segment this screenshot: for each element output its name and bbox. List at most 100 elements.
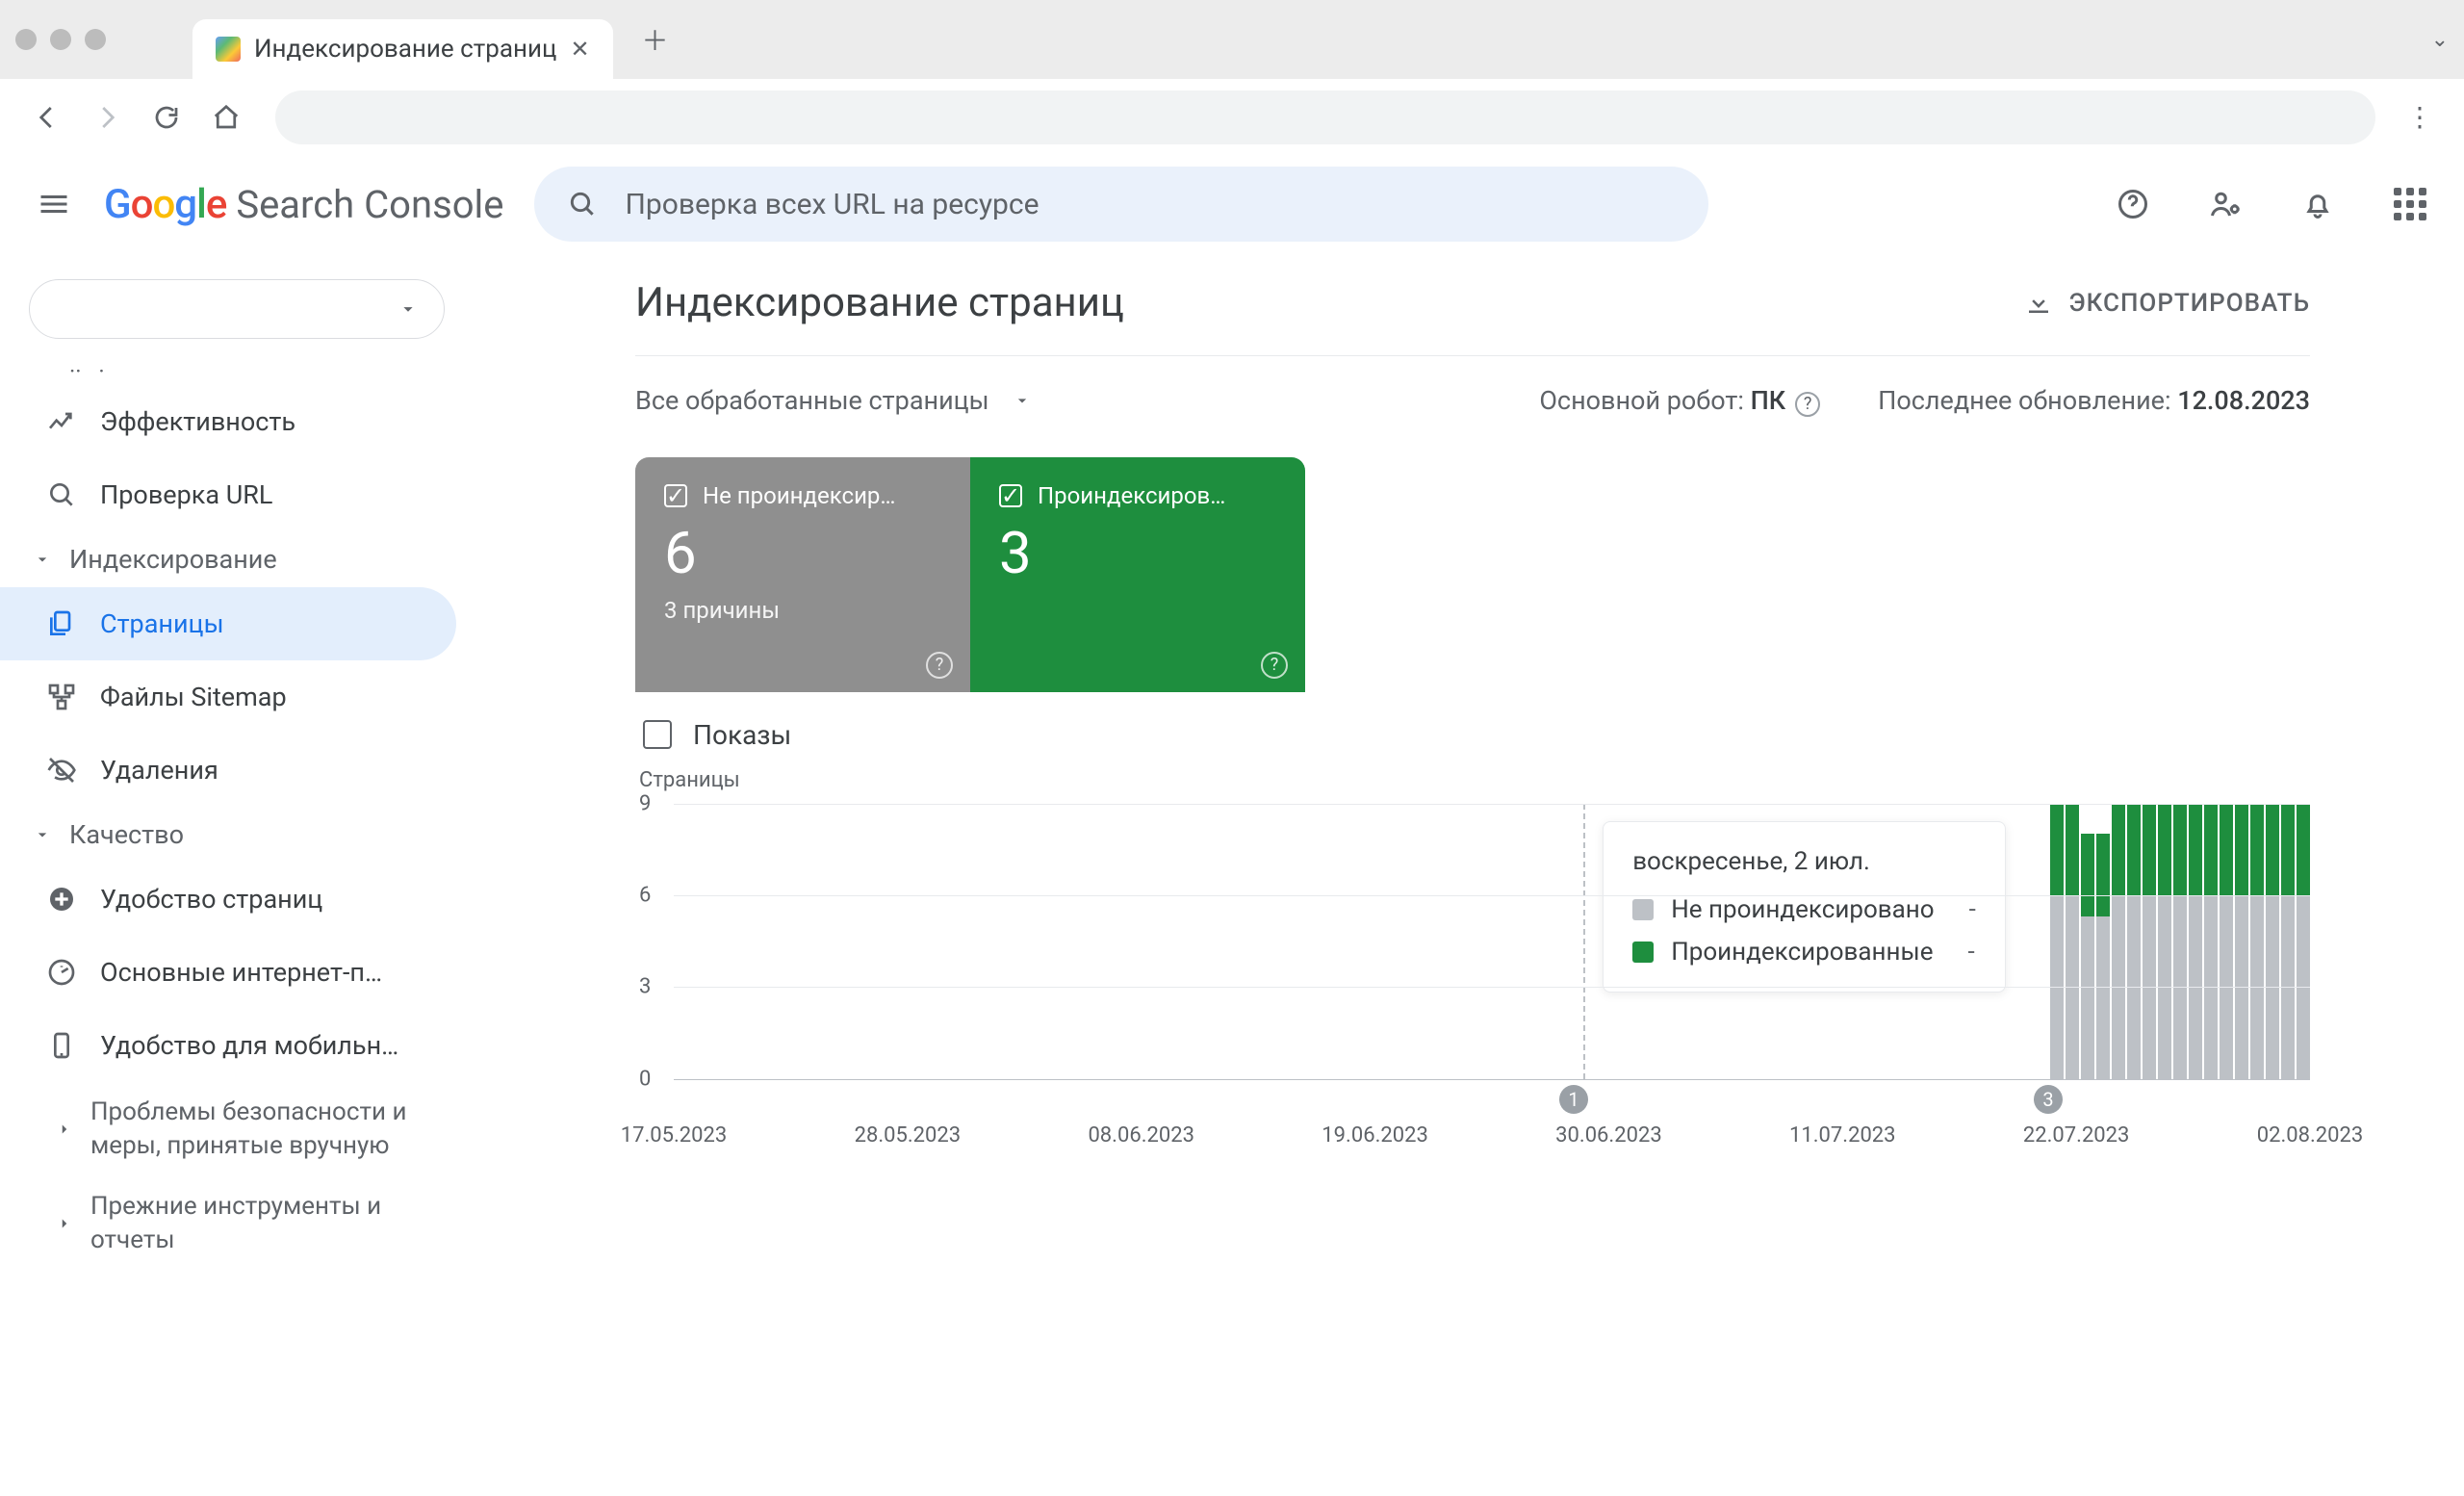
minimize-window-icon[interactable] — [50, 29, 71, 50]
chart-bar — [2050, 804, 2064, 1079]
tab-value: 3 — [999, 519, 1276, 587]
sidebar-item-url-inspect[interactable]: Проверка URL — [0, 458, 456, 531]
y-tick: 6 — [639, 883, 651, 907]
logo-search: Search — [236, 182, 354, 227]
x-tick: 08.06.2023 — [1088, 1123, 1194, 1148]
hamburger-menu-icon[interactable] — [35, 185, 73, 223]
search-icon — [46, 479, 77, 510]
sidebar-item-label: Эффективность — [100, 406, 295, 437]
sidebar-item-sitemaps[interactable]: Файлы Sitemap — [0, 660, 456, 734]
logo-console: Console — [364, 182, 503, 227]
chart-bar — [2112, 804, 2125, 1079]
forward-button[interactable] — [89, 99, 125, 136]
main-content: Индексирование страниц ЭКСПОРТИРОВАТЬ Вс… — [474, 252, 2464, 1496]
notifications-icon[interactable] — [2298, 185, 2337, 223]
x-tick: 11.07.2023 — [1789, 1123, 1896, 1148]
help-icon[interactable]: ? — [1261, 652, 1288, 679]
impressions-label: Показы — [693, 719, 791, 751]
sidebar-item-label: Удаления — [100, 755, 218, 786]
app-header: Google Search Console Проверка всех URL … — [0, 156, 2464, 252]
tab-value: 6 — [664, 519, 941, 587]
x-tick: 19.06.2023 — [1322, 1123, 1428, 1148]
x-tick: 22.07.2023 — [2023, 1123, 2130, 1148]
sidebar-item-removals[interactable]: Удаления — [0, 734, 456, 807]
pages-filter-dropdown[interactable]: Все обработанные страницы — [635, 385, 1032, 416]
browser-tab[interactable]: Индексирование страниц ✕ — [192, 19, 613, 79]
x-tick: 17.05.2023 — [621, 1123, 728, 1148]
browser-toolbar: ⋮ — [0, 79, 2464, 156]
sidebar-item-label: Файлы Sitemap — [100, 682, 287, 712]
chevron-down-icon — [33, 825, 52, 844]
sidebar-item-page-experience[interactable]: Удобство страниц — [0, 863, 456, 936]
tab-indexed[interactable]: ✓Проиндексиров… 3 ? — [970, 457, 1305, 692]
sidebar-item-security[interactable]: Проблемы безопасности и меры, принятые в… — [0, 1082, 474, 1176]
legend-swatch-green — [1632, 941, 1654, 963]
help-icon[interactable] — [2114, 185, 2152, 223]
chart[interactable]: воскресенье, 2 июл. Не проиндексировано-… — [635, 804, 2310, 1079]
new-tab-button[interactable]: ＋ — [640, 24, 671, 55]
back-button[interactable] — [29, 99, 65, 136]
chevron-down-icon — [398, 298, 419, 320]
help-icon[interactable]: ? — [926, 652, 953, 679]
y-tick: 9 — [639, 791, 651, 815]
chevron-right-icon — [56, 1215, 73, 1232]
chart-bar — [2158, 804, 2171, 1079]
export-button[interactable]: ЭКСПОРТИРОВАТЬ — [2024, 289, 2310, 318]
chart-bar — [2250, 804, 2264, 1079]
filter-label: Все обработанные страницы — [635, 385, 989, 416]
address-bar[interactable] — [275, 90, 2375, 144]
tooltip-series-indexed: Проиндексированные — [1671, 938, 1933, 967]
sidebar-item-pages[interactable]: Страницы — [0, 587, 456, 660]
x-tick: 28.05.2023 — [855, 1123, 962, 1148]
zoom-window-icon[interactable] — [85, 29, 106, 50]
tooltip-series-not-indexed: Не проиндексировано — [1671, 895, 1934, 924]
sidebar-item-legacy-tools[interactable]: Прежние инструменты и отчеты — [0, 1176, 474, 1271]
x-tick: 30.06.2023 — [1555, 1123, 1662, 1148]
home-button[interactable] — [208, 99, 244, 136]
product-logo[interactable]: Google Search Console — [104, 181, 503, 228]
url-inspect-search[interactable]: Проверка всех URL на ресурсе — [534, 167, 1708, 242]
plus-circle-icon — [46, 884, 77, 915]
browser-titlebar: Индексирование страниц ✕ ＋ ⌄ — [0, 0, 2464, 79]
chart-bar — [2081, 834, 2094, 1078]
checkbox-unchecked-icon — [643, 720, 672, 749]
sidebar-item-core-web-vitals[interactable]: Основные интернет-п… — [0, 936, 456, 1009]
sidebar-section-quality[interactable]: Качество — [0, 807, 474, 863]
chevron-down-icon — [1013, 391, 1032, 410]
search-icon — [567, 189, 598, 219]
chart-bar — [2235, 804, 2248, 1079]
help-icon[interactable]: ? — [1795, 392, 1820, 417]
pages-icon — [46, 608, 77, 639]
browser-menu-icon[interactable]: ⋮ — [2406, 101, 2435, 133]
sidebar-item-label: Основные интернет-п… — [100, 957, 382, 988]
close-window-icon[interactable] — [15, 29, 37, 50]
annotation-marker-3[interactable]: 3 — [2034, 1085, 2063, 1114]
sidebar-item-label: Проблемы безопасности и меры, принятые в… — [90, 1096, 445, 1163]
sidebar-item-performance[interactable]: Эффективность — [0, 385, 456, 458]
chart-bar — [2297, 804, 2310, 1079]
chart-bar — [2127, 804, 2141, 1079]
impressions-toggle[interactable]: Показы — [635, 692, 2310, 768]
chart-bar — [2220, 804, 2233, 1079]
smartphone-icon — [46, 1030, 77, 1061]
tab-not-indexed[interactable]: ✓ Не проиндексир… 6 3 причины ? — [635, 457, 970, 692]
tabs-overflow-icon[interactable]: ⌄ — [2431, 28, 2449, 52]
close-tab-icon[interactable]: ✕ — [570, 36, 589, 63]
sidebar-section-indexing[interactable]: Индексирование — [0, 531, 474, 587]
sidebar-item-label: Прежние инструменты и отчеты — [90, 1190, 445, 1257]
sidebar-section-label: Индексирование — [69, 544, 277, 575]
chart-bar — [2266, 804, 2279, 1079]
chart-bar — [2281, 804, 2295, 1079]
annotation-marker-1[interactable]: 1 — [1559, 1085, 1588, 1114]
last-updated-info: Последнее обновление: 12.08.2023 — [1878, 385, 2310, 416]
users-settings-icon[interactable] — [2206, 185, 2245, 223]
reload-button[interactable] — [148, 99, 185, 136]
tab-subtext: 3 причины — [664, 597, 941, 624]
tab-label: Не проиндексир… — [703, 482, 895, 509]
sidebar-item-mobile-usability[interactable]: Удобство для мобильн… — [0, 1009, 456, 1082]
apps-grid-icon[interactable] — [2391, 185, 2429, 223]
sidebar: ·· · Эффективность Проверка URL Индексир… — [0, 252, 474, 1496]
window-controls — [15, 29, 106, 50]
property-selector[interactable] — [29, 279, 445, 339]
checkbox-checked-icon: ✓ — [664, 484, 687, 507]
